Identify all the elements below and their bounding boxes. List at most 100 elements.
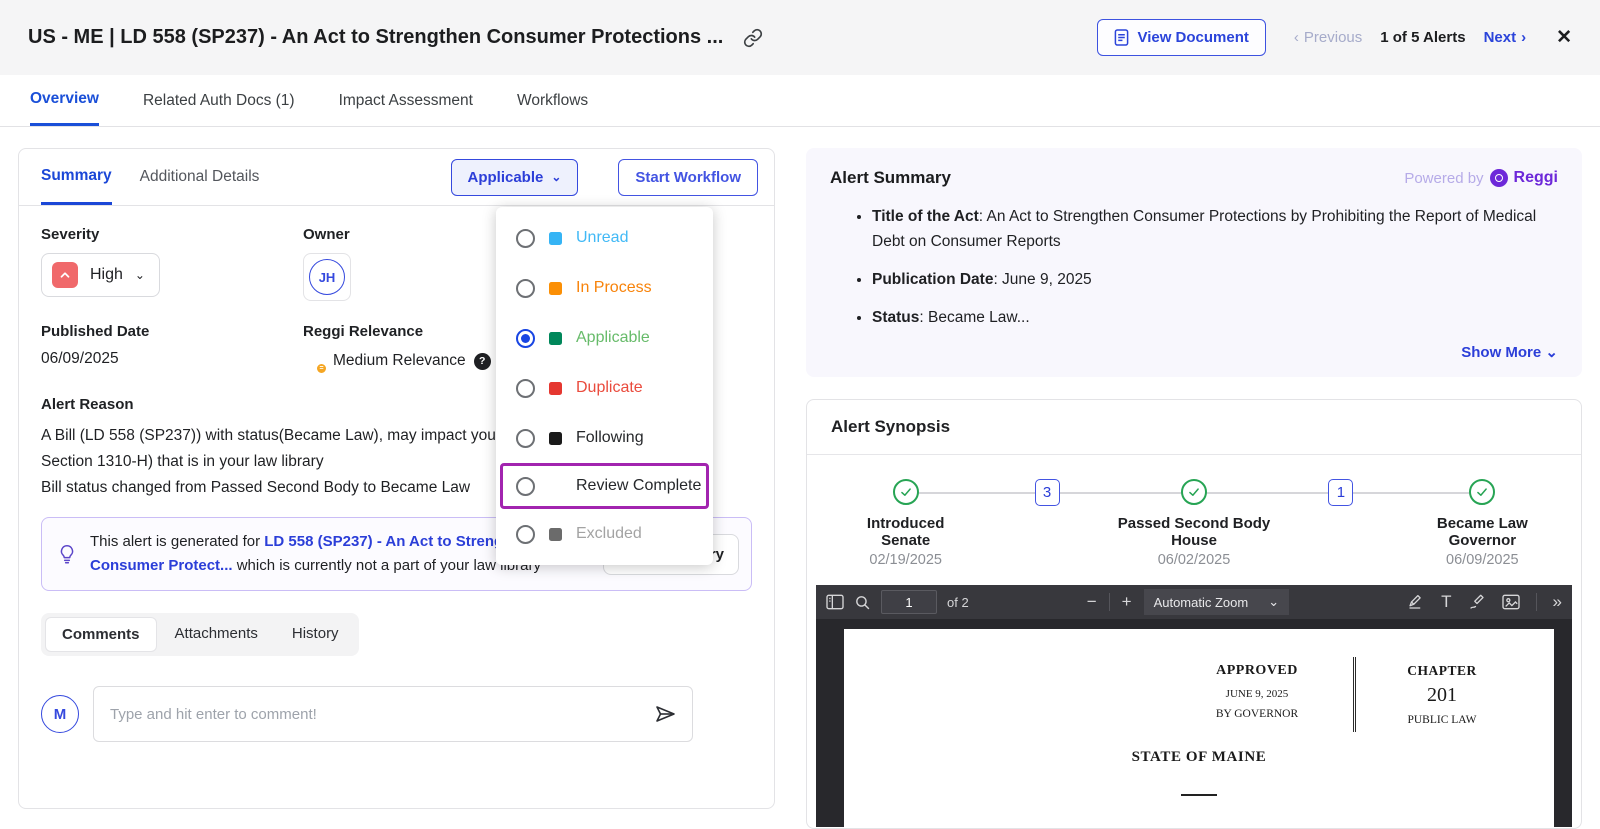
bullet-text: : Became Law... bbox=[919, 309, 1029, 326]
status-button-label: Applicable bbox=[468, 169, 544, 186]
owner-avatar: JH bbox=[309, 259, 345, 295]
radio-unselected-icon bbox=[516, 429, 535, 448]
view-document-label: View Document bbox=[1137, 29, 1248, 46]
tab-related-auth-docs[interactable]: Related Auth Docs (1) bbox=[143, 75, 295, 126]
section-divider-dash bbox=[1181, 794, 1217, 796]
document-icon bbox=[1114, 29, 1129, 46]
chevron-down-icon: ⌄ bbox=[1545, 344, 1558, 361]
reggi-relevance-icon: = bbox=[303, 350, 325, 372]
status-option-in-process[interactable]: In Process bbox=[496, 263, 713, 313]
tab-additional-details[interactable]: Additional Details bbox=[140, 149, 260, 205]
send-comment-icon[interactable] bbox=[653, 702, 677, 726]
status-color-square bbox=[549, 382, 562, 395]
alert-summary-card: Alert Summary Powered by Reggi Title of … bbox=[806, 148, 1582, 377]
view-document-button[interactable]: View Document bbox=[1097, 19, 1265, 56]
highlighter-icon[interactable] bbox=[1407, 593, 1425, 611]
radio-unselected-icon bbox=[516, 229, 535, 248]
copy-link-icon[interactable] bbox=[743, 28, 763, 48]
pdf-viewer: of 2 − + Automatic Zoom ⌄ T bbox=[816, 585, 1572, 827]
toolbar-divider bbox=[1536, 593, 1537, 611]
step-date: 06/09/2025 bbox=[1446, 552, 1519, 568]
zoom-out-icon[interactable]: − bbox=[1087, 592, 1097, 612]
comment-section-tabs: Comments Attachments History bbox=[41, 613, 359, 656]
tab-history[interactable]: History bbox=[276, 617, 355, 652]
search-icon[interactable] bbox=[854, 594, 871, 611]
timeline-step-became-law: Became Law Governor 06/09/2025 bbox=[1412, 479, 1553, 568]
close-icon[interactable]: ✕ bbox=[1556, 26, 1572, 49]
help-question-icon[interactable]: ? bbox=[474, 353, 491, 370]
severity-label: Severity bbox=[41, 226, 303, 243]
step-date: 02/19/2025 bbox=[869, 552, 942, 568]
status-option-label: In Process bbox=[576, 279, 652, 297]
bullet-label: Title of the Act bbox=[872, 208, 979, 225]
start-workflow-button[interactable]: Start Workflow bbox=[618, 159, 758, 196]
status-option-label: Excluded bbox=[576, 525, 642, 543]
bill-progress-timeline: Introduced Senate 02/19/2025 3 Passed Se… bbox=[807, 455, 1581, 585]
radio-unselected-icon bbox=[516, 279, 535, 298]
approved-text: APPROVED bbox=[1181, 663, 1333, 679]
chapter-number: 201 bbox=[1370, 684, 1514, 707]
free-text-icon[interactable]: T bbox=[1441, 592, 1451, 612]
status-dropdown-button[interactable]: Applicable ⌄ bbox=[451, 159, 579, 196]
status-option-duplicate[interactable]: Duplicate bbox=[496, 363, 713, 413]
tab-attachments[interactable]: Attachments bbox=[159, 617, 274, 652]
relevance-value: Medium Relevance bbox=[333, 352, 466, 370]
intermediate-steps-count[interactable]: 3 bbox=[1035, 479, 1060, 506]
previous-alert-button[interactable]: ‹ Previous bbox=[1294, 29, 1362, 46]
status-option-excluded[interactable]: Excluded bbox=[496, 509, 713, 559]
tab-workflows[interactable]: Workflows bbox=[517, 75, 588, 126]
status-color-square bbox=[549, 232, 562, 245]
timeline-step-introduced: Introduced Senate 02/19/2025 bbox=[835, 479, 976, 568]
owner-selector[interactable]: JH bbox=[303, 253, 351, 301]
add-image-icon[interactable] bbox=[1502, 594, 1520, 610]
intermediate-steps-count[interactable]: 1 bbox=[1328, 479, 1353, 506]
status-option-unread[interactable]: Unread bbox=[496, 213, 713, 263]
chevron-down-icon: ⌄ bbox=[135, 268, 145, 282]
page-count-label: of 2 bbox=[947, 595, 969, 610]
alert-synopsis-card: Alert Synopsis Introduced Senate 02/19/2… bbox=[806, 399, 1582, 829]
severity-high-icon bbox=[52, 262, 78, 288]
sidebar-toggle-icon[interactable] bbox=[826, 594, 844, 610]
alert-summary-title: Alert Summary bbox=[830, 168, 951, 188]
zoom-in-icon[interactable]: + bbox=[1122, 592, 1132, 612]
approved-date: JUNE 9, 2025 bbox=[1181, 688, 1333, 700]
radio-unselected-icon bbox=[516, 477, 535, 496]
bullet-label: Status bbox=[872, 309, 919, 326]
status-option-following[interactable]: Following bbox=[496, 413, 713, 463]
toolbar-divider bbox=[1109, 593, 1110, 611]
tab-impact-assessment[interactable]: Impact Assessment bbox=[339, 75, 473, 126]
zoom-level-label: Automatic Zoom bbox=[1154, 595, 1249, 610]
status-color-square bbox=[549, 528, 562, 541]
status-option-review-complete[interactable]: Review Complete bbox=[500, 463, 709, 509]
published-date-field: Published Date 06/09/2025 bbox=[41, 323, 303, 372]
severity-dropdown[interactable]: High ⌄ bbox=[41, 253, 160, 297]
pdf-canvas[interactable]: APPROVED JUNE 9, 2025 BY GOVERNOR CHAPTE… bbox=[816, 619, 1572, 827]
check-circle-icon bbox=[893, 479, 919, 505]
detail-card-header: Summary Additional Details Applicable ⌄ … bbox=[19, 149, 774, 206]
timeline-step-count: 3 bbox=[976, 479, 1117, 568]
tab-overview[interactable]: Overview bbox=[30, 75, 99, 126]
summary-bullet: Publication Date: June 9, 2025 bbox=[872, 267, 1558, 292]
comment-input[interactable] bbox=[93, 686, 693, 742]
page-number-input[interactable] bbox=[881, 590, 937, 614]
status-option-applicable[interactable]: Applicable bbox=[496, 313, 713, 363]
show-more-button[interactable]: Show More ⌄ bbox=[830, 343, 1558, 361]
status-dropdown-menu: Unread In Process Applicable Duplicate F… bbox=[496, 207, 713, 565]
status-option-label: Review Complete bbox=[576, 477, 701, 495]
main-tab-bar: Overview Related Auth Docs (1) Impact As… bbox=[0, 75, 1600, 127]
next-alert-button[interactable]: Next › bbox=[1484, 29, 1527, 46]
more-tools-icon[interactable]: » bbox=[1553, 592, 1562, 612]
bullet-text: : June 9, 2025 bbox=[993, 271, 1091, 288]
modal-header: US - ME | LD 558 (SP237) - An Act to Str… bbox=[0, 0, 1600, 75]
check-circle-icon bbox=[1469, 479, 1495, 505]
tab-summary[interactable]: Summary bbox=[41, 149, 112, 205]
show-more-label: Show More bbox=[1461, 344, 1541, 361]
bullet-label: Publication Date bbox=[872, 271, 993, 288]
radio-unselected-icon bbox=[516, 379, 535, 398]
summary-bullet: Title of the Act: An Act to Strengthen C… bbox=[872, 204, 1558, 254]
chevron-down-icon: ⌄ bbox=[551, 170, 561, 184]
step-title: Passed Second Body bbox=[1118, 515, 1271, 532]
draw-ink-icon[interactable] bbox=[1468, 593, 1486, 611]
zoom-level-select[interactable]: Automatic Zoom ⌄ bbox=[1144, 589, 1290, 615]
tab-comments[interactable]: Comments bbox=[45, 617, 157, 652]
